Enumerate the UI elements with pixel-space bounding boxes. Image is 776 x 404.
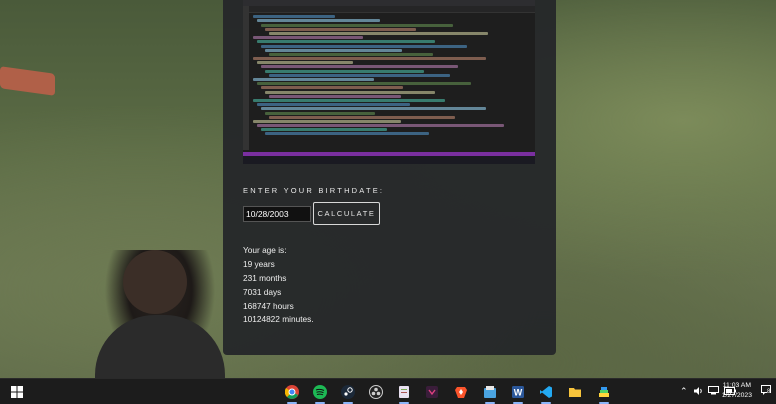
code-line <box>269 73 450 77</box>
clock-time: 11:03 AM <box>722 382 751 389</box>
windows-taskbar: W ⌃ 11:03 AM 1/27/2023 8 <box>0 378 776 404</box>
birthdate-input[interactable]: 10/28/2003 <box>243 206 311 222</box>
code-line <box>269 94 401 98</box>
birthdate-label: ENTER YOUR BIRTHDATE: <box>243 186 385 195</box>
wallpaper-roof <box>0 66 55 96</box>
code-line <box>265 69 424 73</box>
chrome-icon[interactable] <box>282 382 302 404</box>
result-years: 19 years <box>243 258 275 269</box>
age-calculator-panel: ENTER YOUR BIRTHDATE: 10/28/2003 CALCULA… <box>223 0 556 355</box>
code-line <box>257 61 353 65</box>
clock-date: 1/27/2023 <box>721 392 752 399</box>
result-minutes: 10124822 minutes. <box>243 314 314 325</box>
code-line <box>261 23 453 27</box>
volume-icon[interactable] <box>693 386 703 398</box>
code-line <box>261 107 486 111</box>
code-line <box>253 36 363 40</box>
notepad-icon[interactable] <box>394 382 414 404</box>
code-line <box>269 52 434 56</box>
code-line <box>253 78 374 81</box>
notification-count: 8 <box>767 389 771 395</box>
steam-icon[interactable] <box>338 382 358 404</box>
code-line <box>253 15 336 19</box>
result-heading: Your age is: <box>243 245 287 255</box>
age-results: Your age is: 19 years 231 months 7031 da… <box>243 244 314 327</box>
wallpaper-person <box>95 250 225 385</box>
code-line <box>261 86 404 90</box>
code-line <box>253 119 401 123</box>
bluestacks-icon[interactable] <box>594 382 614 404</box>
code-line <box>257 103 411 107</box>
spotify-icon[interactable] <box>310 382 330 404</box>
files-icon[interactable] <box>480 382 500 404</box>
taskbar-clock[interactable]: 11:03 AM 1/27/2023 <box>722 381 752 401</box>
code-line <box>257 40 436 44</box>
code-line <box>265 48 402 52</box>
code-line <box>265 111 375 115</box>
code-line <box>253 98 445 102</box>
code-line <box>261 128 388 132</box>
code-line <box>265 132 430 136</box>
code-line <box>269 31 489 35</box>
result-days: 7031 days <box>243 286 282 297</box>
brave-icon[interactable] <box>451 382 471 402</box>
word-icon[interactable]: W <box>508 382 528 404</box>
result-hours: 168747 hours <box>243 300 294 311</box>
code-line <box>257 124 504 128</box>
calculate-button[interactable]: CALCULATE <box>313 202 380 225</box>
code-screenshot-image <box>243 0 535 164</box>
result-months: 231 months <box>243 272 287 283</box>
obs-icon[interactable] <box>366 382 386 402</box>
chevron-up-icon[interactable]: ⌃ <box>680 386 688 397</box>
windows-start-icon[interactable] <box>7 382 27 402</box>
code-line <box>257 82 471 86</box>
code-line <box>257 19 381 23</box>
code-line <box>261 44 467 48</box>
svg-text:W: W <box>514 388 523 398</box>
code-line <box>261 65 459 69</box>
file-explorer-icon[interactable] <box>565 382 585 402</box>
code-line <box>265 90 435 94</box>
code-line <box>253 57 486 61</box>
code-line <box>269 115 456 119</box>
network-icon[interactable] <box>707 386 719 397</box>
app-icon[interactable] <box>422 382 442 402</box>
notification-icon[interactable]: 8 <box>761 385 772 399</box>
vscode-icon[interactable] <box>536 382 556 404</box>
code-line <box>265 27 416 31</box>
